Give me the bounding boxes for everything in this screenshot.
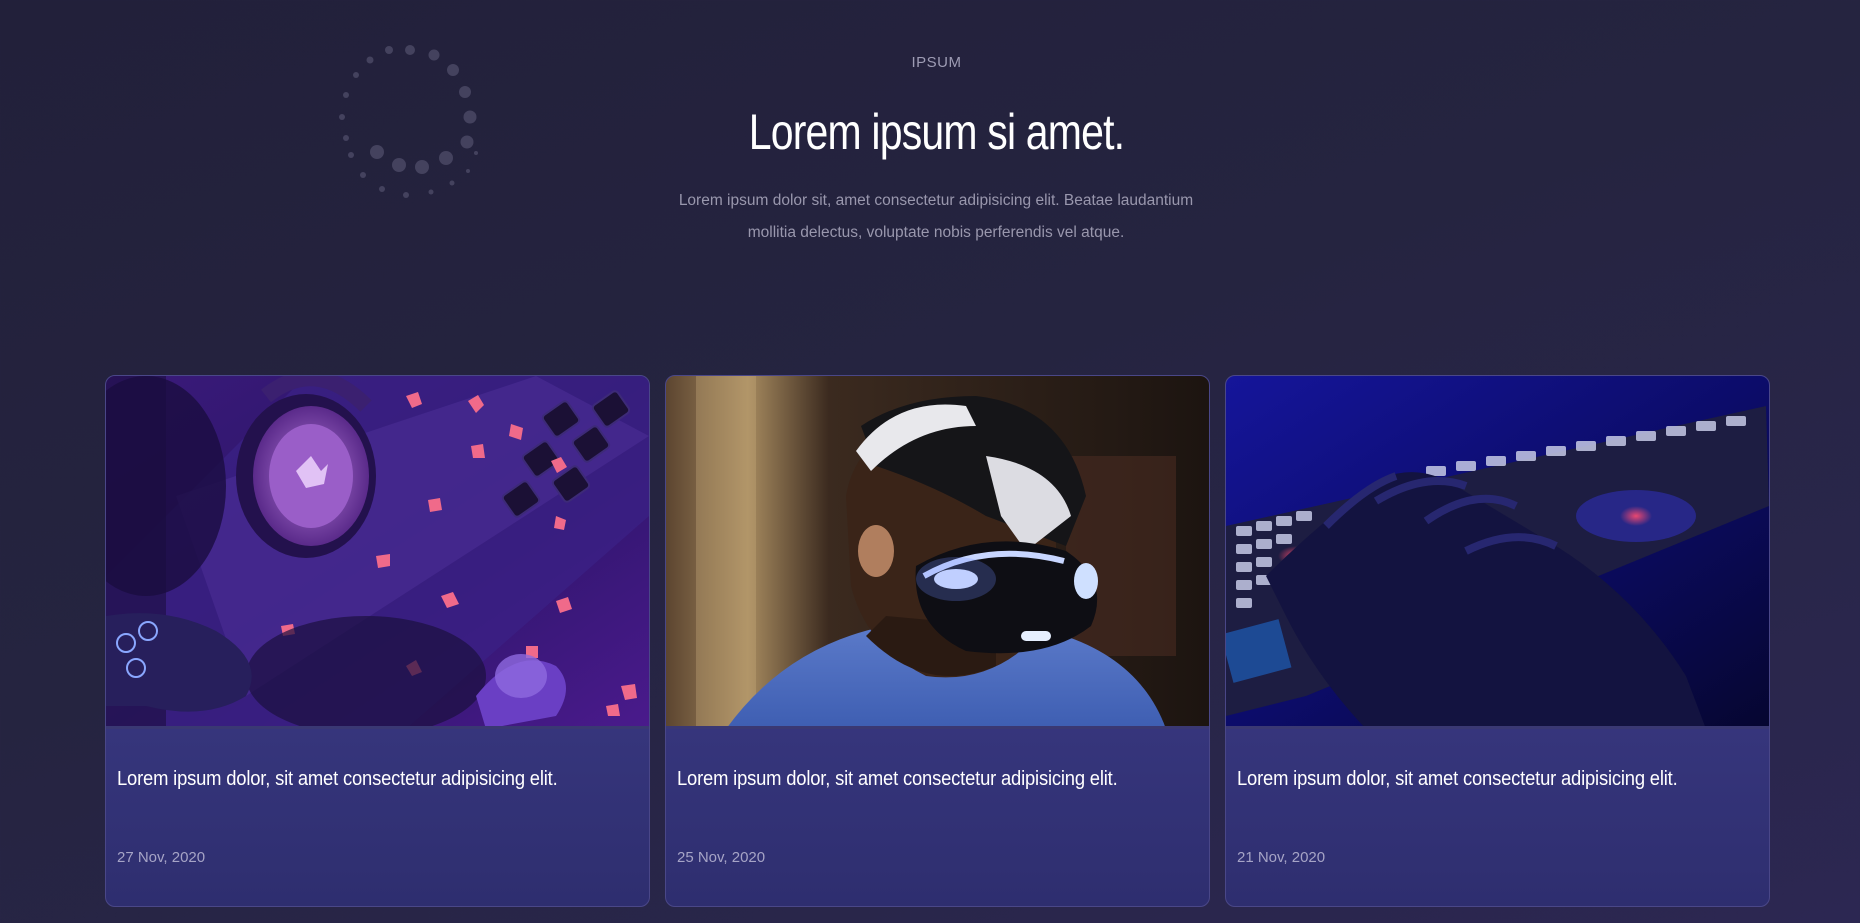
gaming-headset-controller-photo — [106, 376, 649, 729]
hand-on-keyboard-photo — [1226, 376, 1769, 729]
hero-description: Lorem ipsum dolor sit, amet consectetur … — [678, 192, 1194, 241]
page-title: Lorem ipsum si amet. — [748, 104, 1125, 160]
card-title[interactable]: Lorem ipsum dolor, sit amet consectetur … — [677, 766, 1155, 792]
card-title[interactable]: Lorem ipsum dolor, sit amet consectetur … — [117, 766, 595, 792]
card-title[interactable]: Lorem ipsum dolor, sit amet consectetur … — [1237, 766, 1715, 792]
card-date: 21 Nov, 2020 — [1237, 849, 1326, 866]
blog-card[interactable]: Lorem ipsum dolor, sit amet consectetur … — [105, 375, 650, 907]
card-date: 27 Nov, 2020 — [117, 849, 206, 866]
blog-card[interactable]: Lorem ipsum dolor, sit amet consectetur … — [1225, 375, 1770, 907]
blog-card-grid: Lorem ipsum dolor, sit amet consectetur … — [105, 375, 1770, 907]
blog-card[interactable]: Lorem ipsum dolor, sit amet consectetur … — [665, 375, 1210, 907]
hero-eyebrow: IPSUM — [911, 54, 962, 71]
vr-headset-person-photo — [666, 376, 1209, 729]
card-date: 25 Nov, 2020 — [677, 849, 766, 866]
